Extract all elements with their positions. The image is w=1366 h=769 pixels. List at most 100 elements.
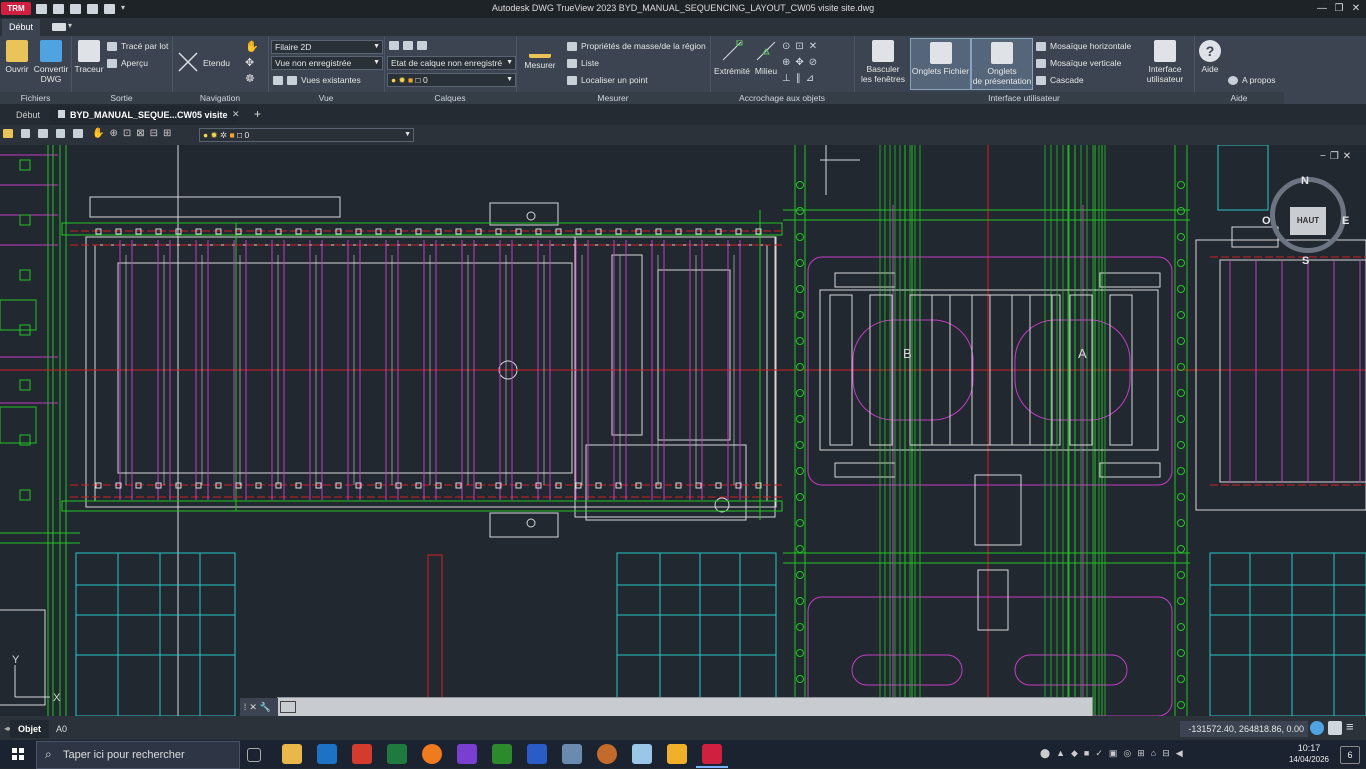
windows-start-icon[interactable] xyxy=(12,748,24,760)
status-settings-icon[interactable] xyxy=(1328,721,1342,735)
mosaique-horizontale-button[interactable]: Mosaïque horizontale xyxy=(1036,39,1131,53)
ouvrir-label: Ouvrir xyxy=(5,64,29,74)
liste-button[interactable]: Liste xyxy=(567,56,599,70)
hamburger-menu-icon[interactable]: ≡ xyxy=(1346,719,1354,734)
zoom-tools-group[interactable]: ✋⊕⊡⊠⊟⊞ xyxy=(92,128,176,139)
viewcube-east[interactable]: E xyxy=(1342,215,1349,227)
named-view-select[interactable]: Vue non enregistrée ▼ xyxy=(271,56,383,70)
vues-existantes-button[interactable]: Vues existantes xyxy=(273,73,361,87)
edrawings-icon[interactable] xyxy=(492,744,512,764)
orbit-icon[interactable]: ✥ xyxy=(245,56,254,69)
firefox-icon[interactable] xyxy=(422,744,442,764)
layer-select[interactable]: ● ✹ ■ □ 0 ▼ xyxy=(387,73,516,87)
notification-badge[interactable]: 6 xyxy=(1340,746,1360,764)
milieu-button[interactable]: Milieu xyxy=(752,40,780,76)
dwg-trueview-icon[interactable] xyxy=(702,744,722,764)
app-icon-blue[interactable] xyxy=(632,744,652,764)
command-icon[interactable] xyxy=(280,701,296,713)
viewport-controls[interactable]: −❐✕ xyxy=(1320,151,1355,162)
traceur-button[interactable]: Traceur xyxy=(74,40,104,74)
onglets-presentation-toggle[interactable]: Onglets de présentation xyxy=(971,38,1033,90)
drawing-canvas[interactable]: A B Y X −❐✕ HAUT N E S O xyxy=(0,145,1366,716)
liste-label: Liste xyxy=(581,58,599,68)
ucs-x-label: X xyxy=(53,692,61,704)
restore-icon[interactable]: ❐ xyxy=(1331,2,1347,16)
app-icon-orange[interactable] xyxy=(667,744,687,764)
clock-date[interactable]: 14/04/2026 xyxy=(1284,755,1334,764)
word-icon[interactable] xyxy=(527,744,547,764)
obsidian-icon[interactable] xyxy=(457,744,477,764)
new-tab-icon[interactable]: + xyxy=(254,107,261,121)
cascade-button[interactable]: Cascade xyxy=(1036,73,1084,87)
rail-circle xyxy=(1177,389,1185,397)
solidworks-icon[interactable] xyxy=(352,744,372,764)
mesurer-button[interactable]: Mesurer xyxy=(521,40,559,70)
rail-circle xyxy=(796,311,804,319)
basculer-button[interactable]: Basculer les fenêtres xyxy=(858,40,908,84)
cascade-label: Cascade xyxy=(1050,75,1084,85)
close-icon[interactable]: ✕ xyxy=(1348,2,1364,16)
rail-circle xyxy=(796,415,804,423)
mosaique-verticale-button[interactable]: Mosaïque verticale xyxy=(1036,56,1121,70)
viewcube-south[interactable]: S xyxy=(1302,255,1309,267)
file-tabs-icon xyxy=(929,42,952,64)
chevron-down-icon: ▼ xyxy=(506,59,513,66)
extents-icon[interactable] xyxy=(177,51,199,73)
system-tray-icons[interactable]: ⬤▲◆■✓▣◎⊞⌂⊟◀ xyxy=(1040,748,1189,759)
file-tools-group[interactable] xyxy=(3,129,87,141)
chevron-down-icon[interactable]: ▾ xyxy=(68,21,72,30)
command-line[interactable]: ⁞✕🔧 xyxy=(240,697,1093,717)
calculator-icon[interactable] xyxy=(562,744,582,764)
status-globe-icon[interactable] xyxy=(1310,721,1324,735)
panel-sortie: Traceur Tracé par lot Aperçu Sortie xyxy=(71,36,173,104)
minimize-icon[interactable]: — xyxy=(1314,2,1330,16)
proprietes-button[interactable]: Propriétés de masse/de la région xyxy=(567,39,706,53)
osnap-grid-icon[interactable]: ⊙⊡✕ ⊕✥⊘ ⊥∥⊿ xyxy=(782,39,852,84)
taskbar-search[interactable]: ⌕ Taper ici pour rechercher xyxy=(36,741,240,769)
clock-time[interactable]: 10:17 xyxy=(1284,743,1334,753)
task-view-icon[interactable] xyxy=(247,748,261,762)
tab-model[interactable]: Objet xyxy=(10,720,50,738)
quick-layer-value: 0 xyxy=(244,130,250,140)
etendu-button[interactable]: Etendu xyxy=(203,56,230,70)
aide-button[interactable]: ? Aide xyxy=(1197,40,1223,74)
rail-circle xyxy=(796,181,804,189)
cad-drawing[interactable]: A B Y X xyxy=(0,145,1366,716)
viewcube-face[interactable]: HAUT xyxy=(1290,207,1326,235)
panel-mesurer: Mesurer Propriétés de masse/de la région… xyxy=(516,36,711,104)
pan-icon[interactable]: ✋ xyxy=(245,40,259,53)
bulb-icon: ● xyxy=(203,130,209,140)
interface-utilisateur-button[interactable]: Interface utilisateur xyxy=(1140,40,1190,84)
apercu-button[interactable]: Aperçu xyxy=(107,56,148,70)
convertir-dwg-button[interactable]: Convertir DWG xyxy=(32,40,70,84)
convert-dwg-icon xyxy=(40,40,62,62)
onglets-fichier-toggle[interactable]: Onglets Fichier xyxy=(910,38,971,90)
command-line-handle[interactable]: ⁞✕🔧 xyxy=(240,698,278,716)
file-explorer-icon[interactable] xyxy=(282,744,302,764)
doc-tab-file[interactable]: BYD_MANUAL_SEQUE...CW05 visite site xyxy=(50,106,238,139)
steering-wheel-icon[interactable]: ☸ xyxy=(245,72,255,85)
ribbon-toggle-icon[interactable] xyxy=(52,23,66,31)
quick-layer-select[interactable]: ● ✹ ✲ ■ □ 0 ▼ xyxy=(199,128,414,142)
viewcube-west[interactable]: O xyxy=(1262,215,1271,227)
excel-icon[interactable] xyxy=(387,744,407,764)
ouvrir-button[interactable]: Ouvrir xyxy=(2,40,32,74)
tab-layout-a0[interactable]: A0 xyxy=(48,720,75,738)
a-propos-button[interactable]: A propos xyxy=(1228,73,1276,87)
save-icon xyxy=(20,129,31,138)
rail-circle xyxy=(1177,311,1185,319)
trace-par-lot-button[interactable]: Tracé par lot xyxy=(107,39,168,53)
view-cube-icon xyxy=(273,76,283,86)
close-tab-icon[interactable]: ✕ xyxy=(232,109,240,120)
viewcube-north[interactable]: N xyxy=(1301,175,1309,187)
visual-style-select[interactable]: Filaire 2D ▼ xyxy=(271,40,383,54)
tab-debut[interactable]: Début xyxy=(2,19,41,36)
quick-toolbar: ✋⊕⊡⊠⊟⊞ ● ✹ ✲ ■ □ 0 ▼ xyxy=(0,125,1366,145)
layer-state-select[interactable]: Etat de calque non enregistré ▼ xyxy=(387,56,516,70)
doc-tab-debut[interactable]: Début xyxy=(8,106,48,125)
app-icon-brown[interactable] xyxy=(597,744,617,764)
localiser-button[interactable]: Localiser un point xyxy=(567,73,648,87)
layer-tools-icon[interactable] xyxy=(389,40,434,52)
extremite-button[interactable]: Extrémité xyxy=(712,39,752,76)
outlook-icon[interactable] xyxy=(317,744,337,764)
